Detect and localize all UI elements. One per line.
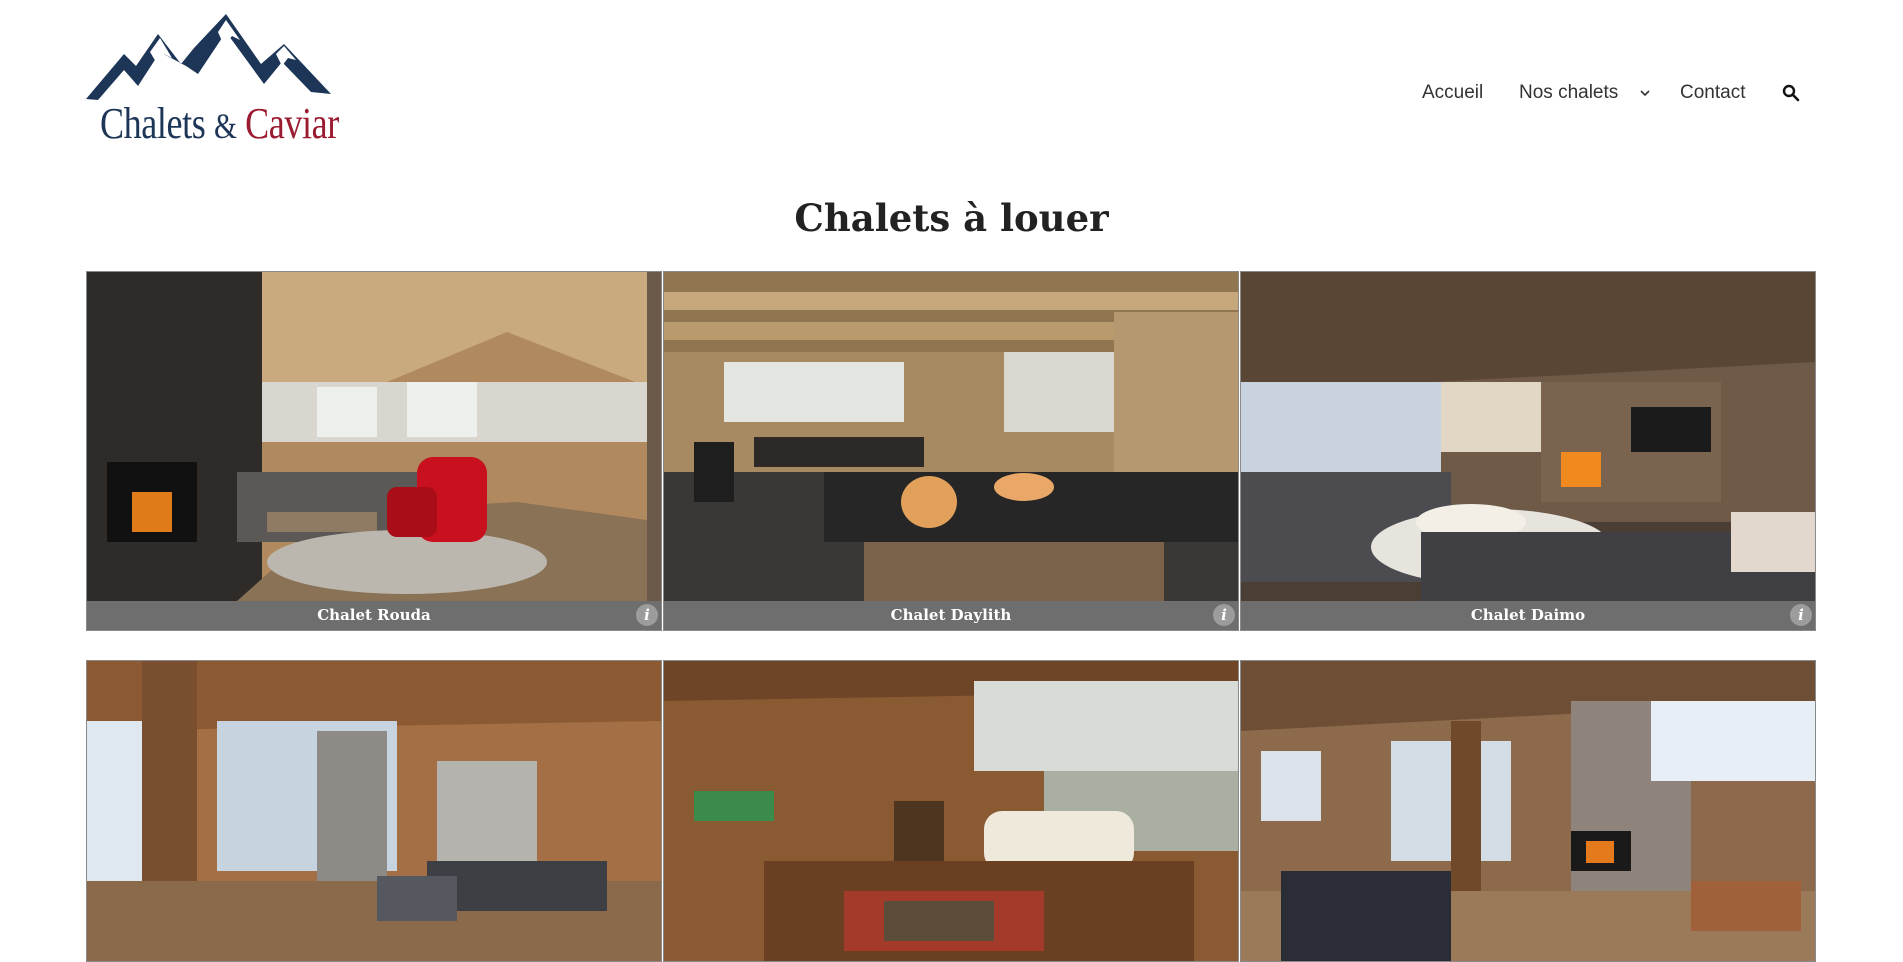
chalet-card-5[interactable] bbox=[663, 660, 1239, 962]
chalet-card-rouda[interactable]: Chalet Rouda i bbox=[86, 271, 662, 631]
chalet-6-photo bbox=[1241, 661, 1815, 961]
chalet-4-photo bbox=[87, 661, 661, 961]
site-logo[interactable]: Chalets & Caviar bbox=[86, 14, 339, 148]
info-icon[interactable]: i bbox=[636, 604, 658, 626]
nav-item-nos-chalets[interactable]: Nos chalets bbox=[1519, 82, 1618, 104]
logo-ampersand: & bbox=[213, 106, 237, 146]
nav-item-contact[interactable]: Contact bbox=[1680, 82, 1745, 104]
chalet-card-4[interactable] bbox=[86, 660, 662, 962]
info-icon[interactable]: i bbox=[1790, 604, 1812, 626]
chalet-card-daimo[interactable]: Chalet Daimo i bbox=[1240, 271, 1816, 631]
page-title: Chalets à louer bbox=[794, 196, 1109, 240]
chalet-daimo-name: Chalet Daimo bbox=[1241, 601, 1815, 630]
chalet-daylith-name: Chalet Daylith bbox=[664, 601, 1238, 630]
logo-word-chalets: Chalets bbox=[100, 99, 206, 148]
chevron-down-icon[interactable] bbox=[1640, 86, 1650, 100]
chalet-card-daylith[interactable]: Chalet Daylith i bbox=[663, 271, 1239, 631]
chalet-daylith-photo bbox=[664, 272, 1238, 601]
logo-word-caviar: Caviar bbox=[245, 99, 339, 148]
chalet-rouda-photo bbox=[87, 272, 661, 601]
chalet-5-photo bbox=[664, 661, 1238, 961]
main-nav: Accueil Nos chalets Contact bbox=[0, 82, 1903, 106]
info-icon[interactable]: i bbox=[1213, 604, 1235, 626]
nav-item-accueil[interactable]: Accueil bbox=[1422, 82, 1483, 104]
chalet-rouda-name: Chalet Rouda bbox=[87, 601, 661, 630]
chalet-card-6[interactable] bbox=[1240, 660, 1816, 962]
search-icon[interactable] bbox=[1782, 84, 1800, 102]
chalet-daimo-photo bbox=[1241, 272, 1815, 601]
